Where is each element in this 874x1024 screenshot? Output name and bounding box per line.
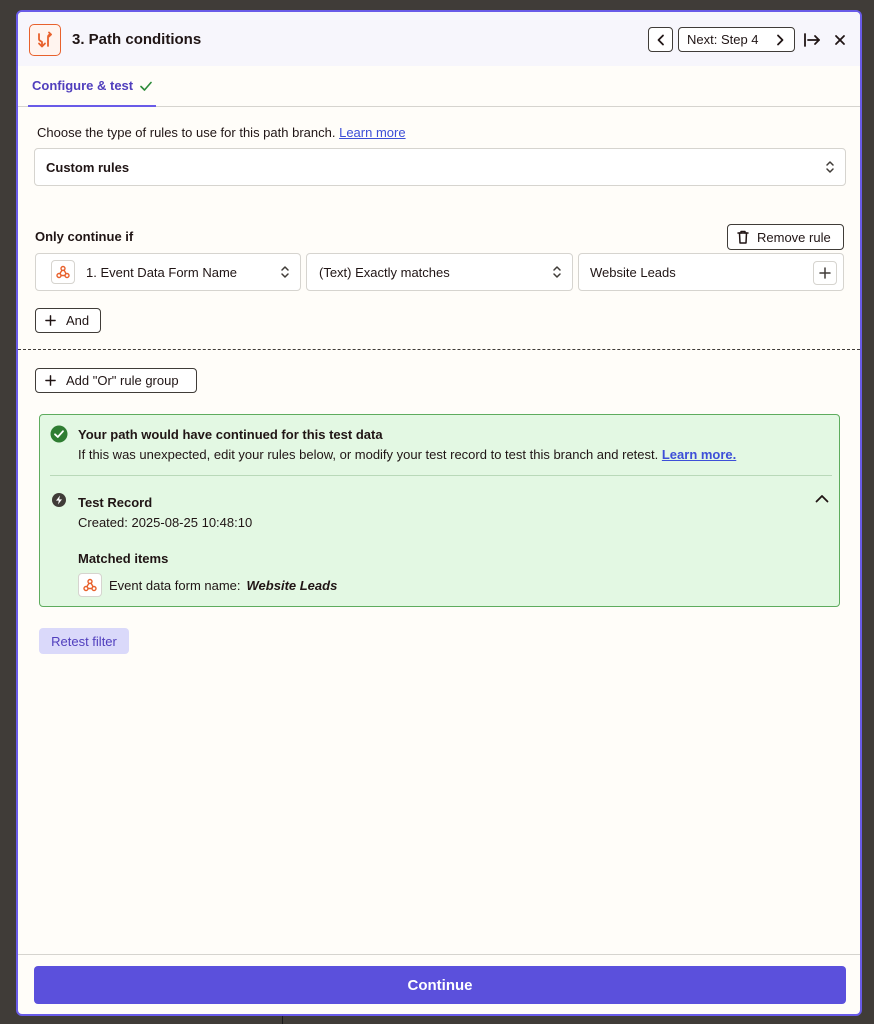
check-circle-icon [50, 425, 68, 443]
result-message-text: If this was unexpected, edit your rules … [78, 447, 659, 462]
chevron-right-icon [777, 34, 784, 46]
arrow-to-right-icon [804, 33, 820, 47]
webhook-icon [51, 260, 75, 284]
condition-value: Website Leads [590, 264, 676, 280]
result-separator [50, 475, 832, 476]
remove-rule-label: Remove rule [757, 229, 831, 245]
tab-bar: Configure & test [18, 66, 860, 107]
tab-label: Configure & test [32, 78, 134, 93]
check-icon [140, 81, 152, 91]
continue-button[interactable]: Continue [34, 966, 846, 1004]
plus-icon [45, 375, 56, 386]
or-group-label: Add "Or" rule group [66, 373, 179, 388]
retest-filter-button[interactable]: Retest filter [39, 628, 129, 654]
chevron-up-down-icon [281, 266, 289, 278]
bolt-icon [52, 493, 66, 507]
panel-header: 3. Path conditions Next: Step 4 [18, 12, 860, 66]
add-and-rule-button[interactable]: And [35, 308, 101, 333]
condition-operator-value: (Text) Exactly matches [319, 264, 450, 280]
tab-configure-test[interactable]: Configure & test [28, 66, 157, 107]
step-title: 3. Path conditions [72, 31, 202, 48]
webhook-icon [78, 573, 102, 597]
plus-icon [819, 267, 831, 279]
rule-type-select[interactable]: Custom rules [34, 148, 846, 186]
chevron-up-down-icon [553, 266, 561, 278]
result-message: If this was unexpected, edit your rules … [78, 447, 736, 462]
matched-item-value: Website Leads [246, 577, 338, 593]
matched-items-label: Matched items [78, 551, 169, 566]
insert-data-button[interactable] [813, 261, 837, 285]
close-icon [835, 35, 845, 45]
chevron-up-icon[interactable] [815, 494, 829, 504]
rule-type-value: Custom rules [46, 159, 130, 175]
test-record-title: Test Record [78, 495, 153, 510]
result-title: Your path would have continued for this … [78, 427, 383, 442]
next-step-label: Next: Step 4 [687, 32, 759, 47]
condition-operator-select[interactable]: (Text) Exactly matches [306, 253, 573, 291]
matched-item-label: Event data form name: [109, 577, 241, 593]
next-step-button[interactable]: Next: Step 4 [678, 27, 795, 52]
condition-field-value: 1. Event Data Form Name [86, 264, 237, 280]
rule-group-divider [18, 349, 860, 350]
close-button[interactable] [829, 29, 851, 51]
condition-field-select[interactable]: 1. Event Data Form Name [35, 253, 301, 291]
path-icon [29, 24, 61, 56]
canvas-connector-line [282, 1016, 283, 1024]
trash-icon [737, 230, 749, 244]
and-label: And [66, 313, 90, 328]
footer-separator [18, 954, 860, 955]
rule-type-intro: Choose the type of rules to use for this… [37, 125, 406, 140]
previous-step-button[interactable] [648, 27, 673, 52]
remove-rule-button[interactable]: Remove rule [727, 224, 844, 250]
chevron-left-icon [657, 34, 664, 45]
chevron-up-down-icon [826, 161, 834, 173]
only-continue-label: Only continue if [35, 229, 134, 244]
test-record-created: Created: 2025-08-25 10:48:10 [78, 515, 253, 530]
intro-text: Choose the type of rules to use for this… [37, 125, 336, 140]
collapse-panel-button[interactable] [801, 29, 823, 51]
step-editor-panel: 3. Path conditions Next: Step 4 Configur… [16, 10, 862, 1016]
result-learn-more-link[interactable]: Learn more. [662, 447, 736, 462]
condition-value-input[interactable]: Website Leads [578, 253, 844, 291]
plus-icon [45, 315, 56, 326]
add-or-group-button[interactable]: Add "Or" rule group [35, 368, 197, 393]
matched-item: Event data form name: Website Leads [78, 573, 337, 597]
test-result-panel: Your path would have continued for this … [39, 414, 840, 607]
learn-more-link[interactable]: Learn more [339, 125, 405, 140]
